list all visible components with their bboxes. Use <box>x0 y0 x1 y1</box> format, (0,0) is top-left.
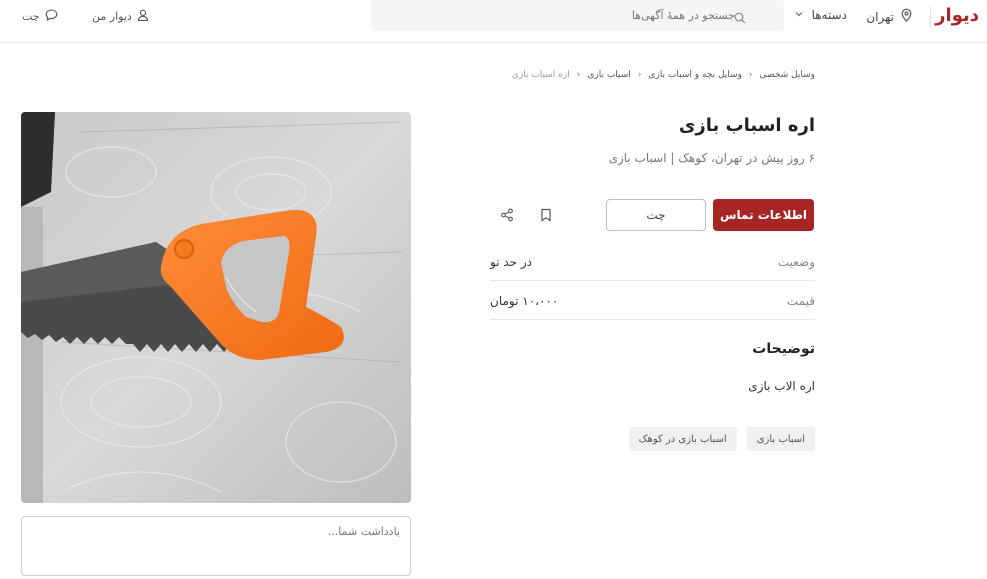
divider <box>930 6 931 28</box>
ad-title: اره اسباب بازی <box>678 115 815 136</box>
note-box[interactable] <box>21 516 411 576</box>
chevron-left-icon: ‹ <box>576 70 581 80</box>
chevron-left-icon: ‹ <box>637 70 642 80</box>
contact-info-button[interactable]: اطلاعات تماس <box>713 199 814 231</box>
my-divar-label: دیوار من <box>92 10 132 23</box>
chat-icon <box>45 9 58 24</box>
location-icon <box>900 8 913 25</box>
categories-dropdown[interactable]: دسته‌ها <box>794 8 847 22</box>
ad-subtitle: ۶ روز پیش در تهران، کوهک | اسباب بازی <box>608 151 815 165</box>
tag-list: اسباب بازی اسباب بازی در کوهک <box>628 427 815 451</box>
tag-chip[interactable]: اسباب بازی در کوهک <box>628 427 737 451</box>
breadcrumb-item[interactable]: وسایل شخصی <box>760 70 815 80</box>
breadcrumb-current: اره اسباب بازی <box>511 70 570 80</box>
description-text: اره الاب بازی <box>748 379 815 393</box>
chat-label: چت <box>22 10 40 23</box>
chat-link[interactable]: چت <box>22 9 58 24</box>
user-icon <box>137 9 149 24</box>
description-heading: توضیحات <box>752 341 815 357</box>
search-icon <box>734 9 746 28</box>
detail-value: ۱۰،۰۰۰ تومان <box>490 293 559 308</box>
ad-photo[interactable] <box>21 112 411 503</box>
detail-row-condition: وضعیت در حد نو <box>490 243 815 281</box>
my-divar-link[interactable]: دیوار من <box>92 9 149 24</box>
detail-row-price: قیمت ۱۰،۰۰۰ تومان <box>490 282 815 320</box>
city-label: تهران <box>866 9 894 24</box>
tag-chip[interactable]: اسباب بازی <box>746 427 815 451</box>
detail-key: وضعیت <box>777 254 815 269</box>
categories-label: دسته‌ها <box>811 8 847 22</box>
detail-value: در حد نو <box>490 254 533 269</box>
search-input[interactable] <box>449 9 749 22</box>
breadcrumb-item[interactable]: وسایل بچه و اسباب بازی <box>648 70 742 80</box>
divar-logo[interactable]: دیوار <box>935 5 979 26</box>
share-icon[interactable] <box>498 206 516 224</box>
bookmark-icon[interactable] <box>537 206 555 224</box>
chat-button[interactable]: چت <box>606 199 706 231</box>
chevron-down-icon <box>794 8 804 22</box>
breadcrumb: وسایل شخصی ‹ وسایل بچه و اسباب بازی ‹ اس… <box>512 70 815 80</box>
chevron-left-icon: ‹ <box>748 70 753 80</box>
city-selector[interactable]: تهران <box>866 8 913 25</box>
top-navigation: دیوار تهران دسته‌ها دیوار من چت <box>0 0 987 43</box>
breadcrumb-item[interactable]: اسباب بازی <box>587 70 630 80</box>
detail-key: قیمت <box>786 293 815 308</box>
note-input[interactable] <box>22 517 410 575</box>
search-bar[interactable] <box>371 0 784 31</box>
